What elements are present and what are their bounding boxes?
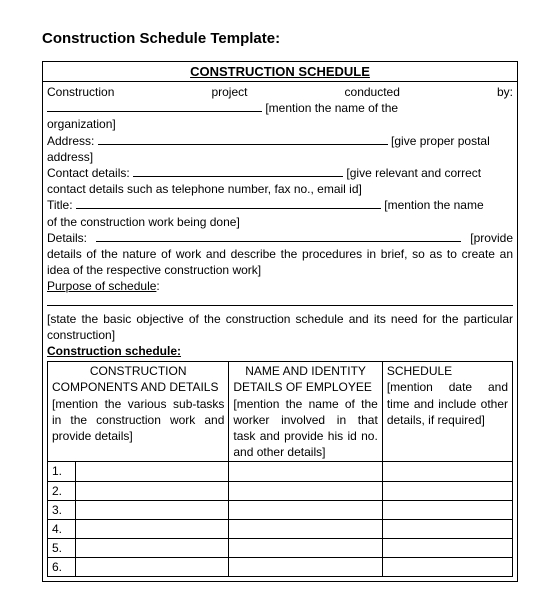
org-continuation: organization] [47,116,513,132]
row-num: 3. [48,500,76,519]
schedule-table: CONSTRUCTION COMPONENTS AND DETAILS [men… [47,361,513,577]
col-hint: [mention date and time and include other… [387,380,508,426]
row-num: 1. [48,462,76,481]
blank-line[interactable] [47,101,262,112]
table-row: 6. [48,558,513,577]
colon: : [156,279,159,293]
title-line: Title: [mention the name [47,197,513,213]
row-num: 4. [48,519,76,538]
col-components: CONSTRUCTION COMPONENTS AND DETAILS [men… [48,362,229,462]
cell[interactable] [76,558,229,577]
form-area: Construction project conducted by: [ment… [43,82,517,581]
hint-text: [mention the name of the [265,101,398,115]
conducted-by-blank: [mention the name of the [47,100,513,116]
address-line: Address: [give proper postal [47,133,513,149]
purpose-blank [47,294,513,310]
title-label: Title: [47,198,73,212]
table-row: 1. [48,462,513,481]
cell[interactable] [229,519,382,538]
text: conducted [345,85,400,99]
text: project [211,85,247,99]
cell[interactable] [229,539,382,558]
contact-line: Contact details: [give relevant and corr… [47,165,513,181]
cell[interactable] [382,462,512,481]
schedule-label: Construction schedule: [47,344,181,358]
text: by: [497,85,513,99]
purpose-label: Purpose of schedule [47,279,156,293]
col-head: SCHEDULE [387,363,508,379]
col-head: NAME AND IDENTITY DETAILS OF EMPLOYEE [233,363,377,395]
conducted-by-line: Construction project conducted by: [47,84,513,100]
blank-line[interactable] [96,230,461,241]
cell[interactable] [382,519,512,538]
schedule-box: CONSTRUCTION SCHEDULE Construction proje… [42,61,518,582]
blank-line[interactable] [76,198,381,209]
cell[interactable] [76,539,229,558]
cell[interactable] [229,462,382,481]
box-header: CONSTRUCTION SCHEDULE [43,62,517,82]
cell[interactable] [76,481,229,500]
text: Construction [47,85,114,99]
cell[interactable] [229,481,382,500]
row-num: 6. [48,558,76,577]
blank-line[interactable] [98,133,388,144]
contact-continuation: contact details such as telephone number… [47,181,513,197]
hint-text: [provide [470,231,513,245]
table-row: 5. [48,539,513,558]
cell[interactable] [229,558,382,577]
hint-text: [give relevant and correct [346,166,481,180]
document-page: Construction Schedule Template: CONSTRUC… [0,0,560,602]
title-continuation: of the construction work being done] [47,214,513,230]
details-continuation: details of the nature of work and descri… [47,246,513,278]
table-row: 2. [48,481,513,500]
page-title: Construction Schedule Template: [42,30,518,47]
schedule-heading: Construction schedule: [47,343,513,359]
blank-line[interactable] [47,295,513,306]
col-schedule: SCHEDULE [mention date and time and incl… [382,362,512,462]
cell[interactable] [382,481,512,500]
hint-text: [give proper postal [391,134,490,148]
address-label: Address: [47,134,94,148]
table-row: 4. [48,519,513,538]
cell[interactable] [76,462,229,481]
purpose-hint: [state the basic objective of the constr… [47,311,513,343]
cell[interactable] [382,539,512,558]
cell[interactable] [229,500,382,519]
col-employee: NAME AND IDENTITY DETAILS OF EMPLOYEE [m… [229,362,382,462]
col-head: CONSTRUCTION COMPONENTS AND DETAILS [52,363,224,395]
table-header-row: CONSTRUCTION COMPONENTS AND DETAILS [men… [48,362,513,462]
details-label: Details: [47,231,87,245]
hint-text: [mention the name [384,198,483,212]
row-num: 2. [48,481,76,500]
address-continuation: address] [47,149,513,165]
contact-label: Contact details: [47,166,130,180]
cell[interactable] [382,500,512,519]
blank-line[interactable] [133,166,343,177]
details-line: Details: [provide [47,230,513,246]
cell[interactable] [76,500,229,519]
row-num: 5. [48,539,76,558]
col-hint: [mention the name of the worker involved… [233,397,377,460]
purpose-line: Purpose of schedule: [47,278,513,294]
cell[interactable] [76,519,229,538]
col-hint: [mention the various sub-tasks in the co… [52,397,224,443]
cell[interactable] [382,558,512,577]
table-row: 3. [48,500,513,519]
